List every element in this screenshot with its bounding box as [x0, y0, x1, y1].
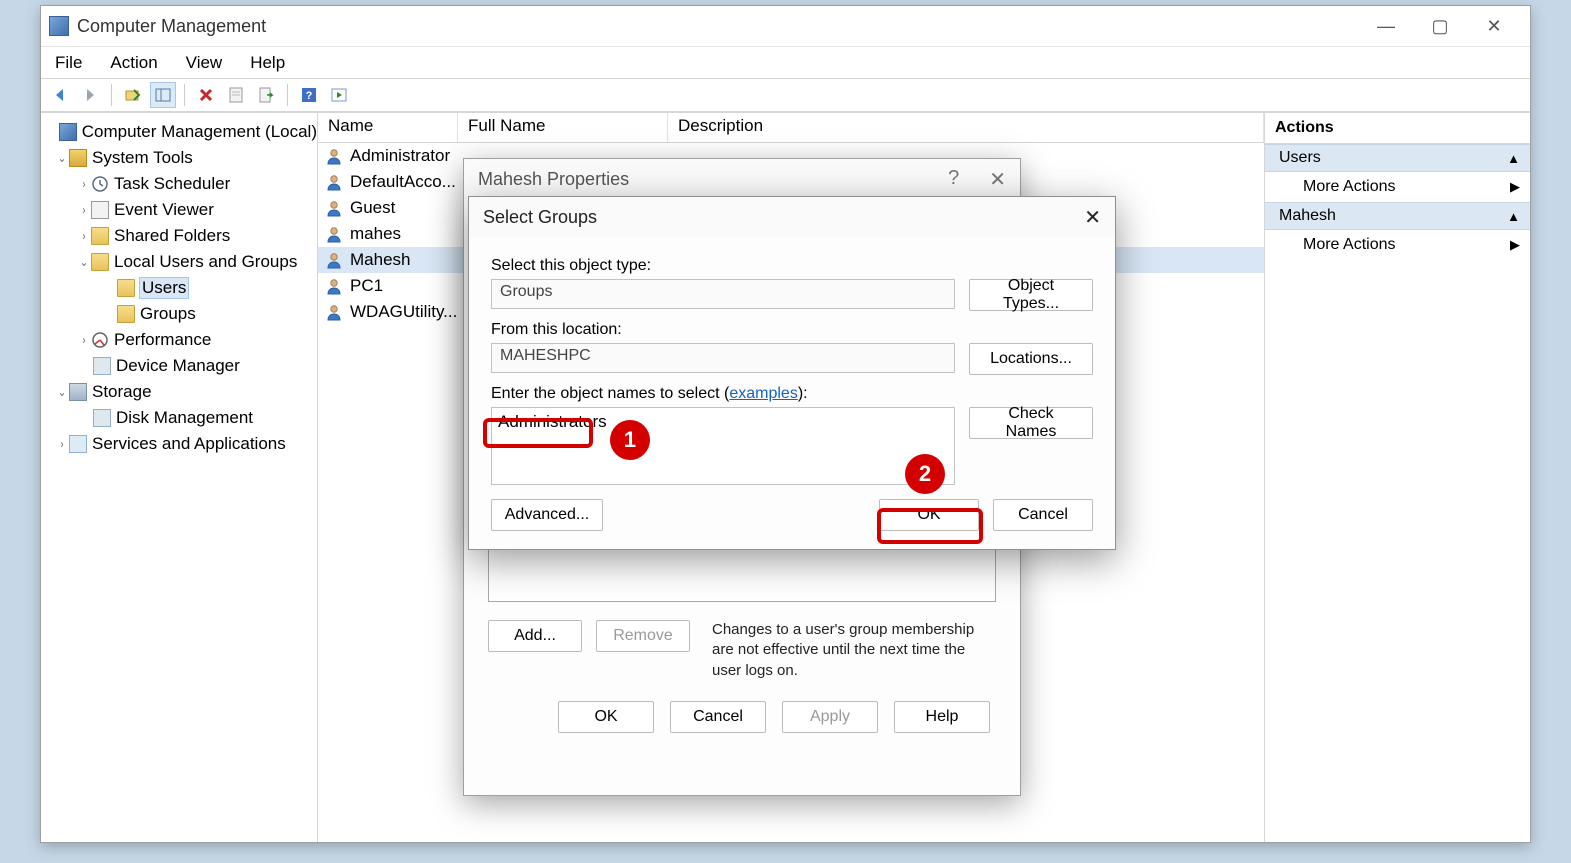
user-icon [324, 173, 344, 191]
tree-root[interactable]: Computer Management (Local) [82, 122, 317, 142]
toolbar: ? [41, 78, 1530, 112]
collapse-icon: ▲ [1507, 151, 1520, 166]
tree-groups[interactable]: Groups [140, 304, 196, 324]
user-icon [324, 225, 344, 243]
properties-help-button2[interactable]: Help [894, 701, 990, 733]
select-groups-dialog: Select Groups ✕ Select this object type:… [468, 196, 1116, 550]
select-groups-close-button[interactable]: ✕ [1084, 205, 1101, 230]
col-name[interactable]: Name [318, 113, 458, 142]
titlebar: Computer Management ― ▢ ✕ [41, 6, 1530, 46]
actions-more-users[interactable]: More Actions▶ [1265, 172, 1530, 202]
menu-action[interactable]: Action [110, 53, 157, 73]
back-button[interactable] [47, 82, 73, 108]
menubar: File Action View Help [41, 46, 1530, 78]
user-name: Guest [350, 198, 395, 218]
menu-help[interactable]: Help [250, 53, 285, 73]
select-groups-cancel-button[interactable]: Cancel [993, 499, 1093, 531]
properties-apply-button: Apply [782, 701, 878, 733]
object-names-input[interactable] [491, 407, 955, 485]
refresh-icon[interactable] [326, 82, 352, 108]
export-icon[interactable] [253, 82, 279, 108]
properties-help-button[interactable]: ? [948, 167, 959, 192]
remove-button: Remove [596, 620, 690, 652]
actions-section-mahesh[interactable]: Mahesh▲ [1265, 202, 1530, 230]
user-name: WDAGUtility... [350, 302, 457, 322]
tree-disk-management[interactable]: Disk Management [116, 408, 253, 428]
svg-text:?: ? [306, 90, 313, 102]
user-name: PC1 [350, 276, 383, 296]
tree-event-viewer[interactable]: Event Viewer [114, 200, 214, 220]
tree-performance[interactable]: Performance [114, 330, 211, 350]
tree-local-users-groups[interactable]: Local Users and Groups [114, 252, 297, 272]
object-types-button[interactable]: Object Types... [969, 279, 1093, 311]
examples-link[interactable]: examples [729, 385, 797, 402]
location-value: MAHESHPC [491, 343, 955, 373]
navigation-tree[interactable]: Computer Management (Local) ⌄System Tool… [41, 113, 318, 842]
tree-storage[interactable]: Storage [92, 382, 152, 402]
minimize-button[interactable]: ― [1372, 12, 1400, 40]
actions-header: Actions [1265, 113, 1530, 144]
locations-button[interactable]: Locations... [969, 343, 1093, 375]
forward-button[interactable] [77, 82, 103, 108]
menu-view[interactable]: View [186, 53, 223, 73]
properties-cancel-button[interactable]: Cancel [670, 701, 766, 733]
tree-shared-folders[interactable]: Shared Folders [114, 226, 230, 246]
advanced-button[interactable]: Advanced... [491, 499, 603, 531]
actions-more-mahesh[interactable]: More Actions▶ [1265, 230, 1530, 260]
select-groups-ok-button[interactable]: OK [879, 499, 979, 531]
user-icon [324, 251, 344, 269]
col-description[interactable]: Description [668, 113, 1264, 142]
tree-device-manager[interactable]: Device Manager [116, 356, 240, 376]
user-icon [324, 303, 344, 321]
app-icon [49, 16, 69, 36]
actions-section-users[interactable]: Users▲ [1265, 144, 1530, 172]
tree-users[interactable]: Users [140, 278, 188, 298]
tree-task-scheduler[interactable]: Task Scheduler [114, 174, 230, 194]
chevron-right-icon: ▶ [1510, 179, 1520, 195]
location-label: From this location: [491, 321, 1093, 339]
user-name: Mahesh [350, 250, 410, 270]
properties-icon[interactable] [223, 82, 249, 108]
actions-pane: Actions Users▲ More Actions▶ Mahesh▲ Mor… [1265, 113, 1530, 842]
add-button[interactable]: Add... [488, 620, 582, 652]
help-icon[interactable]: ? [296, 82, 322, 108]
user-name: mahes [350, 224, 401, 244]
delete-icon[interactable] [193, 82, 219, 108]
object-type-value: Groups [491, 279, 955, 309]
window-title: Computer Management [77, 16, 266, 37]
tree-system-tools[interactable]: System Tools [92, 148, 193, 168]
user-icon [324, 199, 344, 217]
object-names-label: Enter the object names to select (exampl… [491, 385, 1093, 403]
maximize-button[interactable]: ▢ [1426, 12, 1454, 40]
chevron-right-icon: ▶ [1510, 237, 1520, 253]
user-name: Administrator [350, 146, 450, 166]
properties-title: Mahesh Properties [478, 169, 629, 190]
check-names-button[interactable]: Check Names [969, 407, 1093, 439]
user-icon [324, 147, 344, 165]
show-hide-tree-icon[interactable] [150, 82, 176, 108]
col-full-name[interactable]: Full Name [458, 113, 668, 142]
user-icon [324, 277, 344, 295]
collapse-icon: ▲ [1507, 209, 1520, 224]
properties-ok-button[interactable]: OK [558, 701, 654, 733]
up-level-icon[interactable] [120, 82, 146, 108]
close-button[interactable]: ✕ [1480, 12, 1508, 40]
tree-services-apps[interactable]: Services and Applications [92, 434, 286, 454]
properties-close-button[interactable]: ✕ [989, 167, 1006, 192]
membership-note: Changes to a user's group membership are… [712, 620, 996, 681]
object-type-label: Select this object type: [491, 257, 1093, 275]
user-name: DefaultAcco... [350, 172, 456, 192]
menu-file[interactable]: File [55, 53, 82, 73]
select-groups-title: Select Groups [483, 207, 597, 228]
